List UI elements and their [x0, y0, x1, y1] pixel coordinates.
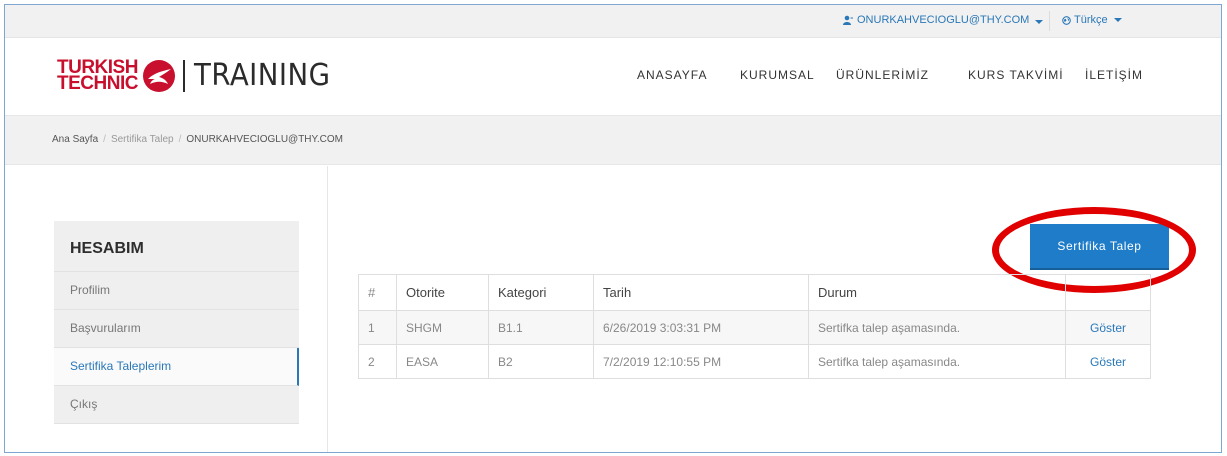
- topbar-divider: [1049, 11, 1050, 31]
- row-tarih: 7/2/2019 12:10:55 PM: [593, 344, 809, 379]
- browser-frame: ONURKAHVECIOGLU@THY.COM Türkçe TURKISH T…: [4, 4, 1222, 453]
- nav-item-kurumsal[interactable]: KURUMSAL: [740, 68, 815, 82]
- logo-wordmark: TURKISH TECHNIC: [57, 58, 138, 94]
- content-divider: [327, 166, 328, 452]
- breadcrumb-row: Ana Sayfa / Sertifika Talep / ONURKAHVECIOGL…: [52, 134, 343, 145]
- breadcrumb-home[interactable]: Ana Sayfa: [52, 134, 98, 145]
- nav-item-iletisim[interactable]: İLETİŞİM: [1085, 68, 1143, 82]
- table-header-row: # Otorite Kategori Tarih Durum: [358, 274, 1151, 311]
- column-header-kategori: Kategori: [488, 274, 594, 311]
- sidebar-title: HESABIM: [54, 221, 299, 272]
- goster-link[interactable]: Göster: [1065, 344, 1151, 379]
- breadcrumb-current: ONURKAHVECIOGLU@THY.COM: [186, 134, 344, 145]
- column-header-action: [1065, 274, 1151, 311]
- sidebar-item-cikis[interactable]: Çıkış: [54, 386, 299, 424]
- sidebar-item-sertifika-taleplerim[interactable]: Sertifika Taleplerim: [54, 348, 299, 386]
- row-tarih: 6/26/2019 3:03:31 PM: [593, 310, 809, 345]
- language-label[interactable]: Türkçe: [1074, 14, 1108, 26]
- column-header-tarih: Tarih: [593, 274, 809, 311]
- breadcrumb-separator: /: [178, 134, 182, 145]
- goster-link[interactable]: Göster: [1065, 310, 1151, 345]
- breadcrumb-section[interactable]: Sertifika Talep: [111, 134, 174, 145]
- nav-item-kurs-takvimi[interactable]: KURS TAKVİMİ: [968, 68, 1064, 82]
- column-header-otorite: Otorite: [396, 274, 489, 311]
- globe-icon: [1062, 15, 1071, 25]
- top-bar: ONURKAHVECIOGLU@THY.COM Türkçe: [5, 5, 1221, 38]
- row-otorite: EASA: [396, 344, 489, 379]
- breadcrumb-separator: /: [103, 134, 106, 145]
- table-row: 2 EASA B2 7/2/2019 12:10:55 PM Sertifka …: [358, 344, 1151, 379]
- row-durum: Sertifka talep aşamasında.: [808, 344, 1066, 379]
- certificate-requests-table: # Otorite Kategori Tarih Durum 1 SHGM B1…: [358, 274, 1151, 379]
- logo-training-text: TRAINING: [193, 58, 331, 93]
- main-content: HESABIM Profilim Başvurularım Sertifika …: [5, 166, 1221, 452]
- logo-divider: [182, 59, 185, 92]
- turkish-technic-logo[interactable]: TURKISH TECHNIC TRAINING: [57, 58, 342, 94]
- chevron-down-icon: [1113, 18, 1122, 22]
- row-number: 1: [358, 310, 397, 345]
- language-selector[interactable]: Türkçe: [1062, 14, 1122, 26]
- row-kategori: B1.1: [488, 310, 594, 345]
- nav-item-urunlerimiz[interactable]: ÜRÜNLERİMİZ: [836, 68, 929, 82]
- column-header-durum: Durum: [808, 274, 1066, 311]
- site-header: TURKISH TECHNIC TRAINING ANASAYFA KURUMS…: [5, 38, 1221, 115]
- row-kategori: B2: [488, 344, 594, 379]
- user-dropdown-caret[interactable]: [1027, 13, 1047, 29]
- logo-line-2: TECHNIC: [57, 72, 138, 94]
- breadcrumb: Ana Sayfa / Sertifika Talep / ONURKAHVECIOGL…: [5, 115, 1221, 165]
- table-row: 1 SHGM B1.1 6/26/2019 3:03:31 PM Sertifk…: [358, 310, 1151, 345]
- account-sidebar: HESABIM Profilim Başvurularım Sertifika …: [54, 221, 299, 424]
- nav-item-anasayfa[interactable]: ANASAYFA: [637, 68, 707, 82]
- chevron-down-icon: [1034, 20, 1043, 24]
- sidebar-item-basvurularim[interactable]: Başvurularım: [54, 310, 299, 348]
- user-menu[interactable]: ONURKAHVECIOGLU@THY.COM: [843, 14, 1029, 26]
- user-icon: [843, 15, 853, 25]
- bird-logo-icon: [142, 59, 175, 92]
- column-header-number: #: [358, 274, 397, 311]
- user-email[interactable]: ONURKAHVECIOGLU@THY.COM: [857, 14, 1029, 26]
- sidebar-item-profilim[interactable]: Profilim: [54, 272, 299, 310]
- row-otorite: SHGM: [396, 310, 489, 345]
- row-number: 2: [358, 344, 397, 379]
- row-durum: Sertifka talep aşamasında.: [808, 310, 1066, 345]
